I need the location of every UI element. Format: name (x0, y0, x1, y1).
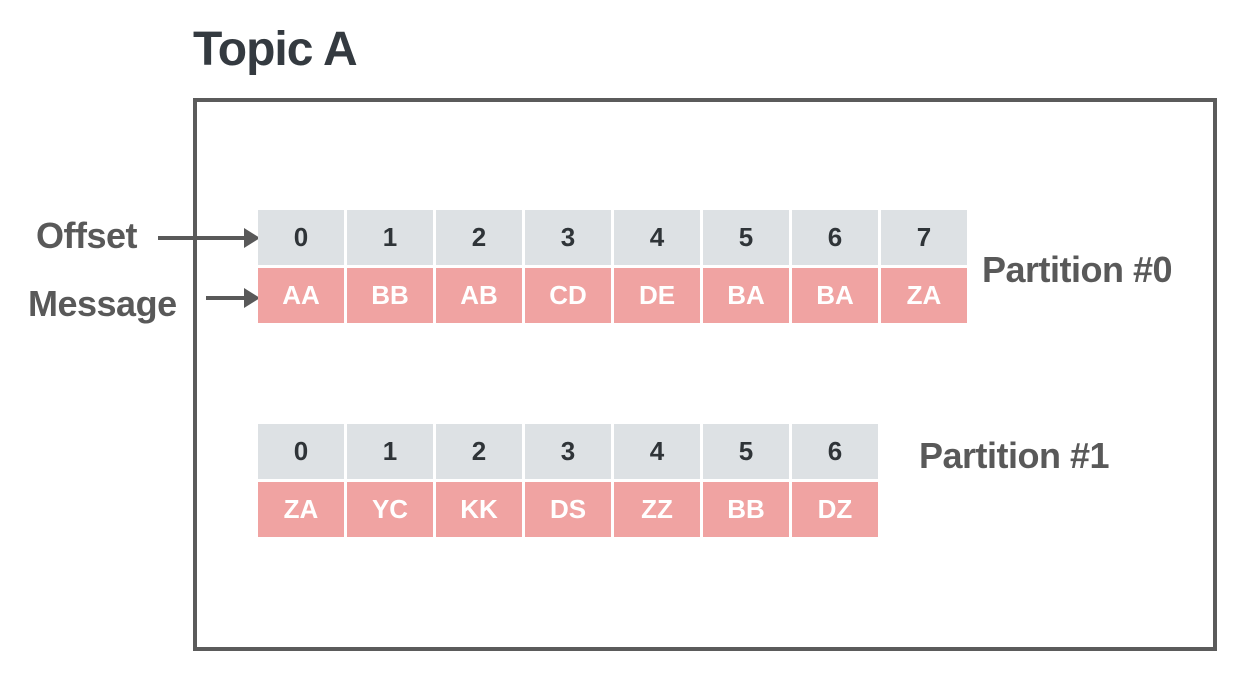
partition-0-offset-cell-2: 2 (436, 210, 522, 265)
partition-0-message-cell-3: CD (525, 268, 611, 323)
partition-1-message-cell-0: ZA (258, 482, 344, 537)
partition-1-message-cell-1: YC (347, 482, 433, 537)
partition-0-message-cell-4: DE (614, 268, 700, 323)
partition-1-message-cell-6: DZ (792, 482, 878, 537)
offset-label: Offset (36, 215, 138, 256)
partition-0-message-cell-1: BB (347, 268, 433, 323)
topic-title: Topic A (193, 23, 358, 76)
partition-1-label: Partition #1 (919, 435, 1110, 476)
partition-0-offset-cell-6: 6 (792, 210, 878, 265)
partition-1-offset-row: 0123456 (258, 424, 881, 479)
partition-0-label: Partition #0 (982, 249, 1173, 290)
partition-0-message-row: AA BB AB CD DE BA BA ZA (258, 268, 970, 323)
partition-1-message-cell-5: BB (703, 482, 789, 537)
partition-0-message-cell-5: BA (703, 268, 789, 323)
partition-1-offset-cell-0: 0 (258, 424, 344, 479)
partition-1-offset-cell-3: 3 (525, 424, 611, 479)
partition-1-offset-cell-6: 6 (792, 424, 878, 479)
partition-0-message-cell-0: AA (258, 268, 344, 323)
partition-0-message-cell-6: BA (792, 268, 878, 323)
partition-0-offset-cell-1: 1 (347, 210, 433, 265)
partition-0-offset-cell-7: 7 (881, 210, 967, 265)
partition-1-message-cell-3: DS (525, 482, 611, 537)
partition-1-message-row: ZA YC KK DS ZZ BB DZ (258, 482, 881, 537)
partition-0-message-cell-2: AB (436, 268, 522, 323)
partition-1-message-cell-2: KK (436, 482, 522, 537)
offset-arrow-icon (158, 228, 260, 248)
partition-0-offset-cell-0: 0 (258, 210, 344, 265)
partition-0-offset-row: 01234567 (258, 210, 970, 265)
partition-0-message-cell-7: ZA (881, 268, 967, 323)
partition-0-offset-cell-3: 3 (525, 210, 611, 265)
partition-0-offset-cell-5: 5 (703, 210, 789, 265)
partition-0-offset-cell-4: 4 (614, 210, 700, 265)
partition-1-offset-cell-4: 4 (614, 424, 700, 479)
message-arrow-icon (206, 288, 260, 308)
message-label: Message (28, 283, 177, 324)
partition-1-offset-cell-2: 2 (436, 424, 522, 479)
topic-container (193, 98, 1217, 651)
partition-1-offset-cell-5: 5 (703, 424, 789, 479)
partition-1-message-cell-4: ZZ (614, 482, 700, 537)
partition-1-offset-cell-1: 1 (347, 424, 433, 479)
